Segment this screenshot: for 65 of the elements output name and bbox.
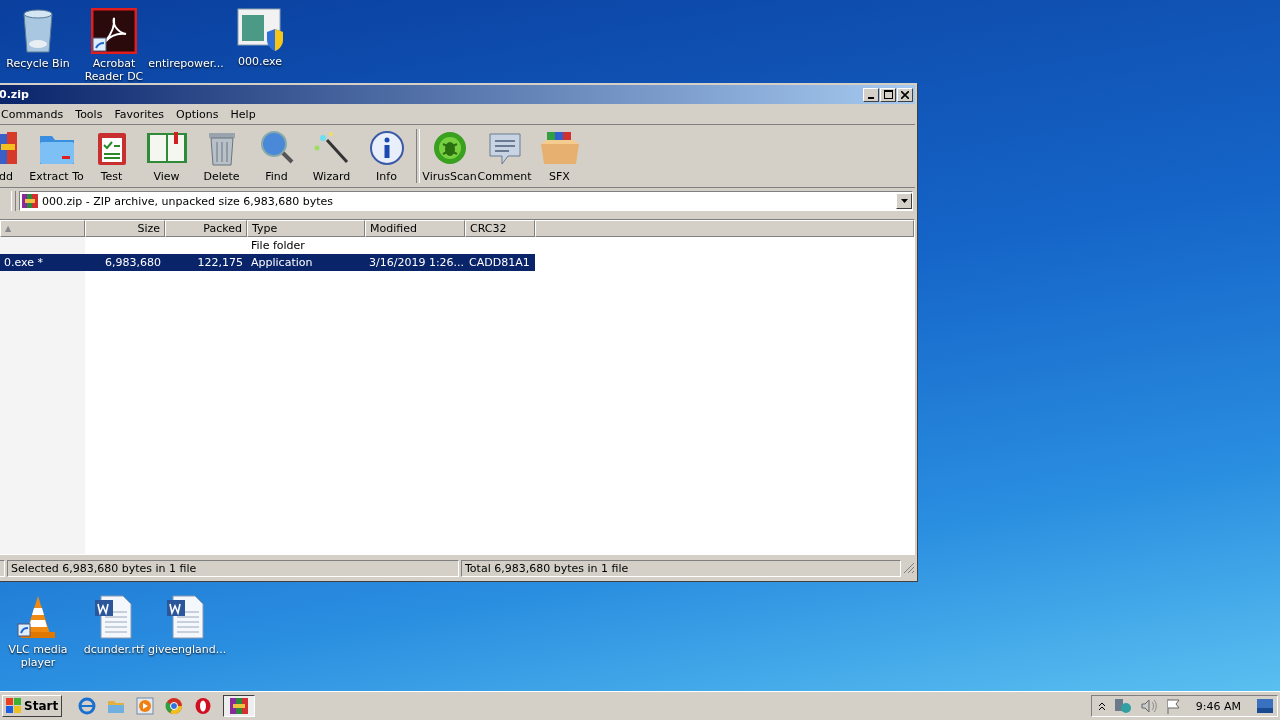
browser-icon[interactable]	[78, 697, 97, 715]
toolbar-button[interactable]: SFX	[532, 130, 587, 183]
column-header[interactable]: CRC32	[465, 220, 535, 237]
maximize-button[interactable]	[880, 87, 896, 102]
minimize-icon	[868, 96, 874, 99]
caret-icon[interactable]	[1097, 701, 1106, 711]
menu-item[interactable]: Options	[171, 107, 224, 121]
menu-item[interactable]: Help	[225, 107, 261, 121]
close-icon	[901, 90, 909, 99]
toolbar-button[interactable]: Comment	[477, 130, 532, 183]
media-player-icon[interactable]	[136, 697, 155, 715]
opera-icon[interactable]	[194, 697, 213, 715]
table-cell-text: File folder	[250, 238, 306, 254]
pdf-app-icon	[91, 8, 137, 54]
menu-item[interactable]: Commands	[0, 107, 69, 121]
info-icon	[367, 130, 406, 166]
column-header[interactable]: Type	[247, 220, 365, 237]
table-cell: 122,175	[165, 254, 247, 271]
desktop-icon-label[interactable]: giveengland...	[148, 643, 224, 656]
maximize-icon	[883, 90, 893, 99]
flag-icon[interactable]	[1165, 698, 1182, 714]
column-header[interactable]: Size	[85, 220, 165, 237]
chrome-icon[interactable]	[165, 697, 184, 715]
window-title: 0.zip	[0, 88, 29, 101]
archive-icon	[22, 194, 38, 208]
toolbar-button[interactable]: dd	[0, 130, 29, 183]
archiver-task-button[interactable]	[223, 695, 256, 717]
minimize-button[interactable]	[863, 87, 879, 102]
caret-icon	[900, 199, 908, 203]
box-icon	[538, 130, 581, 166]
network-icon[interactable]	[1113, 698, 1132, 714]
magic-wand-icon	[312, 130, 351, 166]
toolbar-button[interactable]: Extract To	[29, 130, 84, 183]
table-cell: Application	[247, 254, 365, 271]
dropdown-button[interactable]	[896, 193, 912, 209]
start-button[interactable]: Start	[2, 695, 63, 717]
address-field[interactable]: 000.zip - ZIP archive, unpacked size 6,983,680 bytes	[19, 191, 913, 211]
installer-window-icon	[237, 8, 283, 52]
resize-grip-icon	[903, 562, 915, 574]
clock[interactable]: 9:46 AM	[1195, 699, 1241, 713]
status-text: Selected 6,983,680 bytes in 1 file	[7, 559, 459, 577]
desktop-icon-label[interactable]: VLC media player	[0, 643, 76, 669]
toolbar-button[interactable]: Test	[84, 130, 139, 183]
menu-item[interactable]: Favorites	[109, 107, 170, 121]
windows-logo-icon	[6, 698, 22, 714]
toolbar-button[interactable]: Find	[249, 130, 304, 183]
toolbar-button[interactable]: Wizard	[304, 130, 359, 183]
table-cell: 3/16/2019 1:26...	[365, 254, 465, 271]
desktop-icon-label[interactable]: entirepower...	[148, 57, 224, 70]
desktop-icon-label[interactable]: Recycle Bin	[0, 57, 76, 70]
toolbar-button[interactable]: Info	[359, 130, 414, 183]
menu-item[interactable]: Tools	[70, 107, 108, 121]
table-cell: 6,983,680	[85, 254, 165, 271]
toolbar-button[interactable]: View	[139, 130, 194, 183]
status-text: Total 6,983,680 bytes in 1 file	[461, 559, 901, 577]
table-cell: 0.exe *	[0, 254, 85, 271]
toolbar-button[interactable]: Delete	[194, 130, 249, 183]
desktop-icon-label[interactable]: 000.exe	[222, 55, 298, 68]
close-button[interactable]	[897, 87, 913, 102]
toolbar-button[interactable]: VirusScan	[422, 130, 477, 183]
column-header[interactable]: Packed	[165, 220, 247, 237]
speaker-icon[interactable]	[1139, 698, 1158, 714]
table-cell: CADD81A1	[465, 254, 535, 271]
column-header[interactable]: Modified	[365, 220, 465, 237]
open-book-icon	[145, 130, 188, 166]
